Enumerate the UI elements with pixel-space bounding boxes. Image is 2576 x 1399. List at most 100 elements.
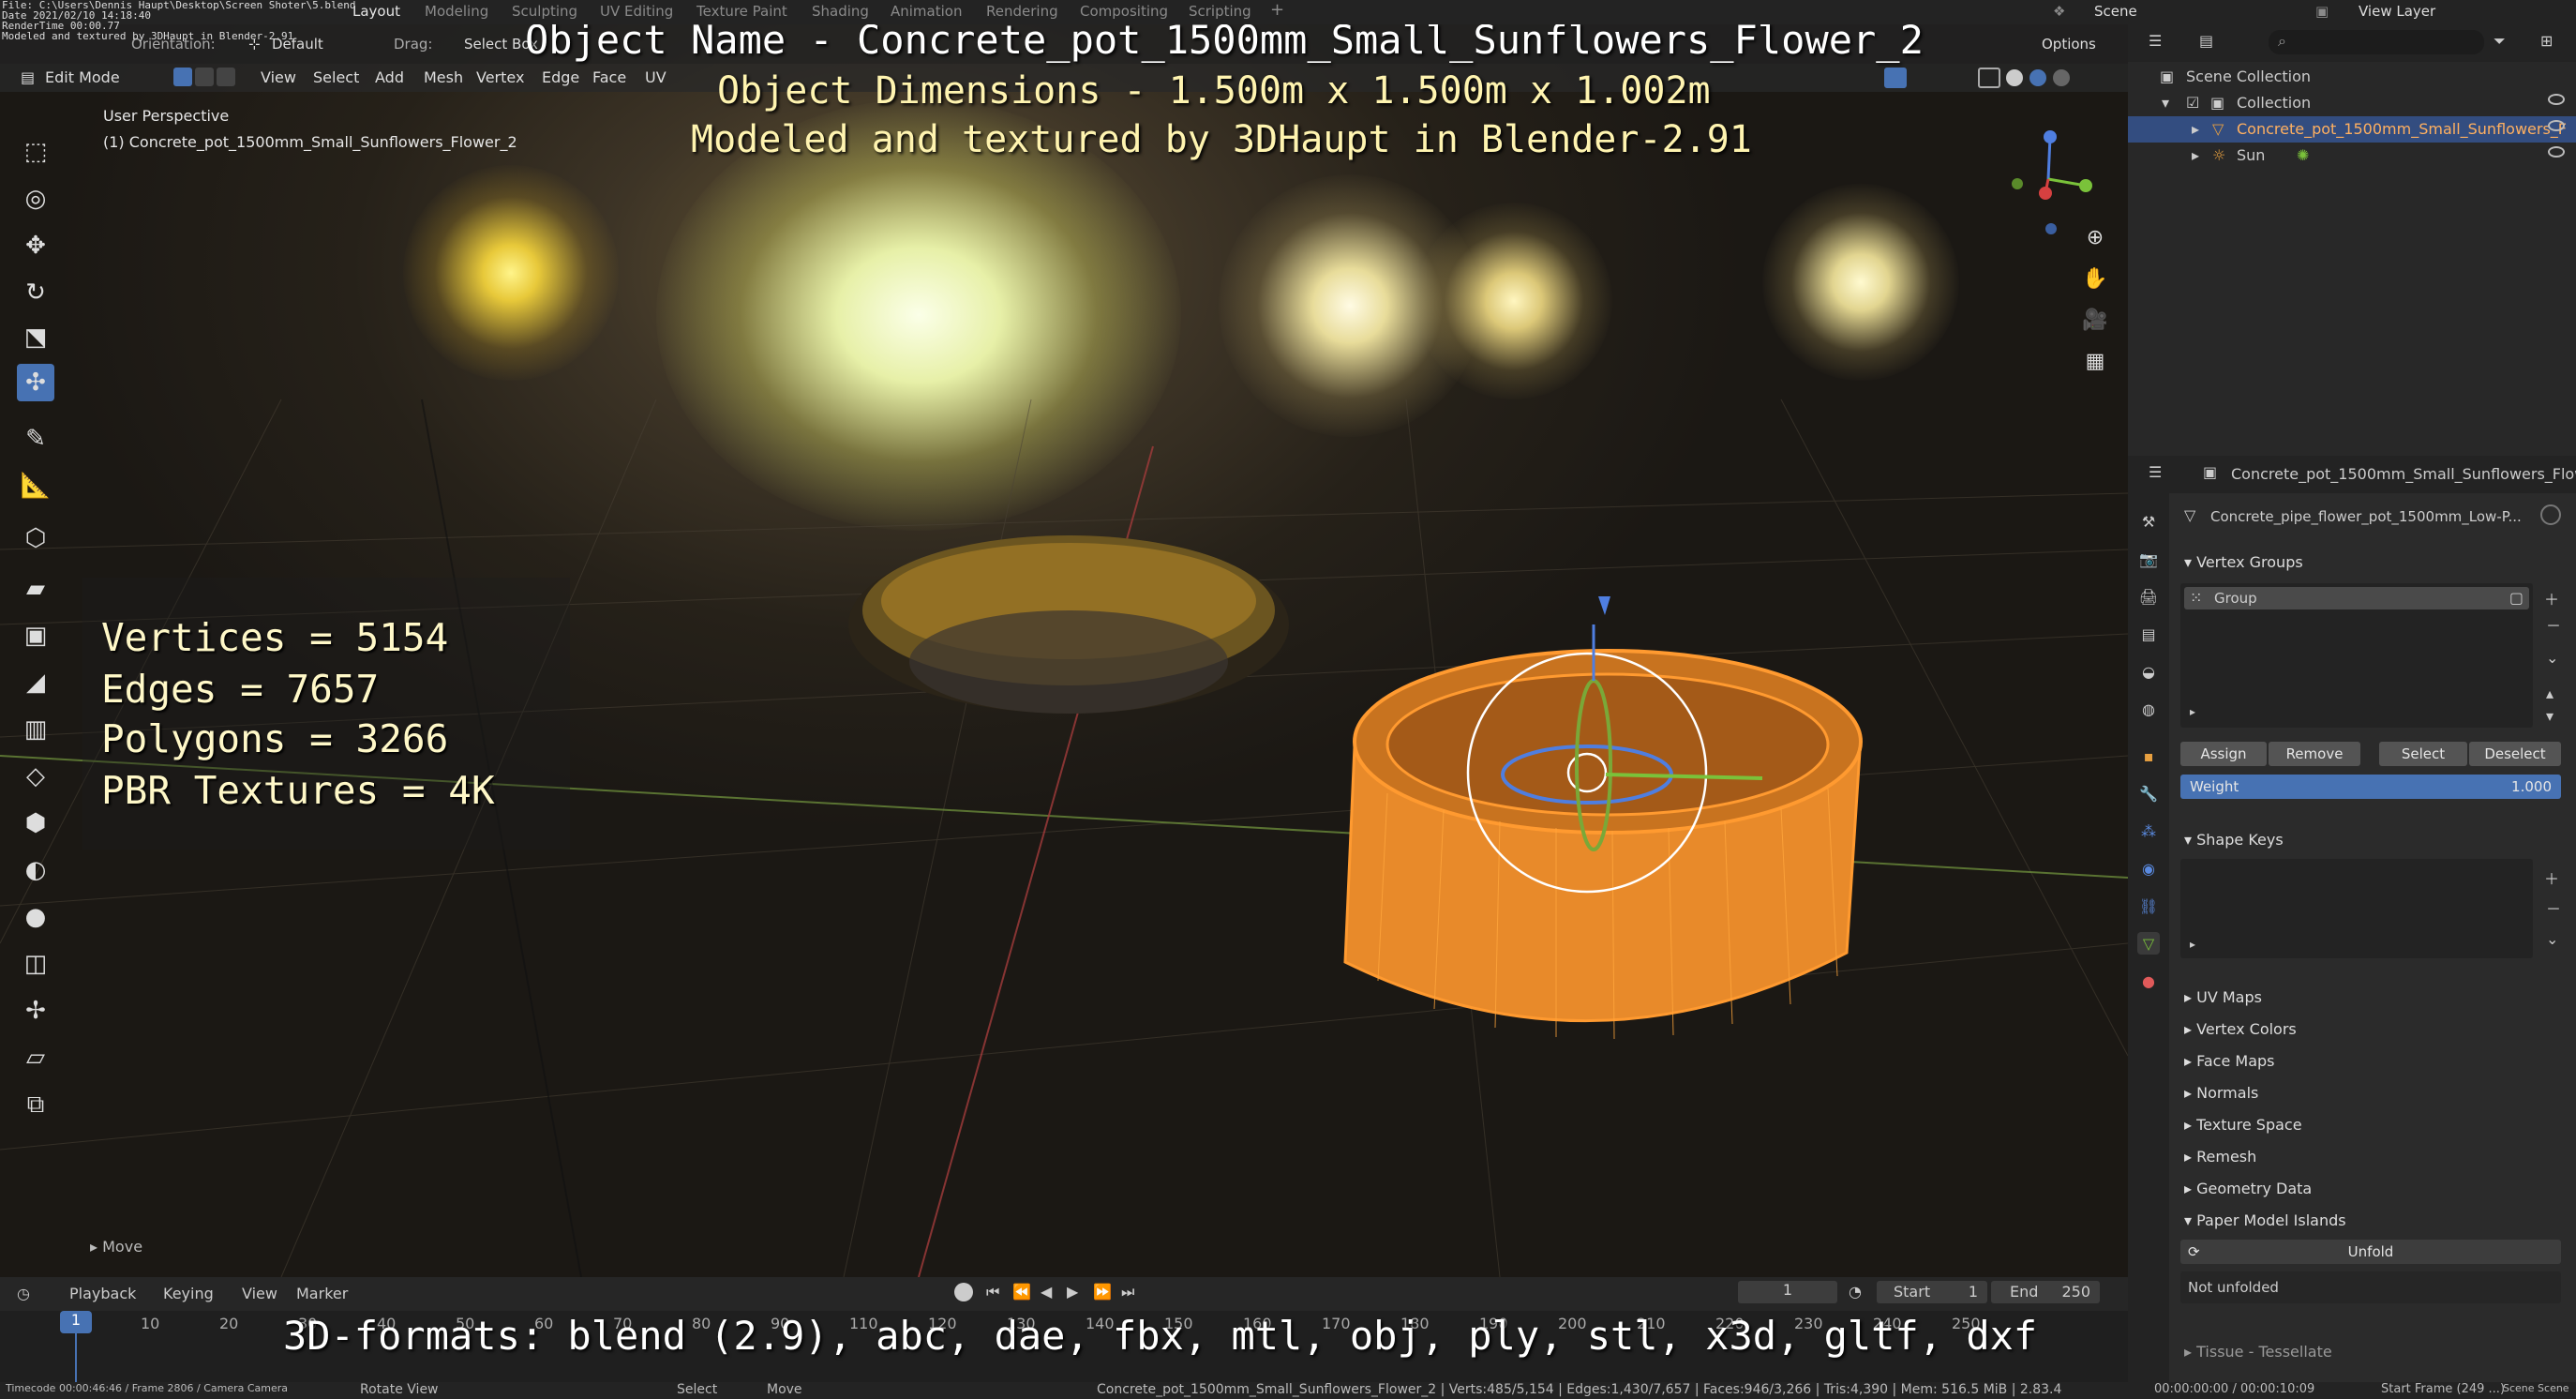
mode-dropdown[interactable]: Edit Mode [45,68,120,86]
shape-key-specials-icon[interactable]: ⌄ [2546,930,2558,948]
mesh-data-tab-icon[interactable]: ▽ [2137,932,2160,955]
workspace-tab-rendering[interactable]: Rendering [986,3,1058,20]
workspace-tab-texture-paint[interactable]: Texture Paint [696,3,787,20]
menu-edge[interactable]: Edge [542,68,579,86]
shape-keys-panel[interactable]: ▾ Shape Keys [2184,831,2284,849]
workspace-tab-layout[interactable]: Layout [352,3,400,20]
remove-shape-key-icon[interactable]: － [2546,896,2561,919]
camera-view-icon[interactable]: 🎥 [2079,304,2111,336]
view-layer-icon[interactable]: ▣ [2315,3,2329,20]
workspace-tab-sculpting[interactable]: Sculpting [512,3,577,20]
mesh-data-name[interactable]: Concrete_pipe_flower_pot_1500mm_Low-P... [2210,508,2522,525]
vertex-group-list[interactable]: ⁙ Group ▢ ▸ [2180,583,2533,728]
current-frame-field[interactable]: 1 [1738,1281,1837,1303]
visibility-eye-icon[interactable] [2548,94,2565,105]
last-operator-panel[interactable]: ▸ Move [90,1238,142,1256]
visibility-eye-icon[interactable] [2548,146,2565,158]
workspace-tab-shading[interactable]: Shading [812,3,869,20]
shape-key-list[interactable]: ▸ [2180,859,2533,958]
menu-vertex[interactable]: Vertex [476,68,524,86]
editor-type-icon[interactable]: ☰ [2149,32,2162,50]
knife-tool-icon[interactable]: ◇ [17,758,54,795]
perspective-toggle-icon[interactable]: ▦ [2079,345,2111,377]
workspace-tab-animation[interactable]: Animation [891,3,962,20]
tool-tab-icon[interactable]: ⚒ [2137,510,2160,533]
play-reverse-icon[interactable]: ◀ [1041,1283,1052,1301]
xray-toggle-icon[interactable] [1978,68,2000,88]
vertex-group-row[interactable]: ⁙ Group ▢ [2184,587,2529,609]
rip-tool-icon[interactable]: ⧉ [17,1086,54,1123]
gizmo-toggle-icon[interactable] [1884,68,1907,88]
expand-arrow-icon[interactable]: ▾ [2162,94,2169,112]
object-tab-icon[interactable]: ▪ [2137,745,2160,767]
editor-type-icon[interactable]: ◷ [17,1285,30,1302]
remove-group-icon[interactable]: － [2546,613,2561,636]
cursor-tool-icon[interactable]: ◎ [17,180,54,218]
jump-end-icon[interactable]: ⏭ [1121,1283,1134,1301]
add-workspace-icon[interactable]: + [1270,0,1284,20]
face-maps-panel[interactable]: ▸ Face Maps [2184,1052,2275,1070]
material-tab-icon[interactable]: ● [2137,970,2160,992]
menu-keying[interactable]: Keying [163,1285,214,1302]
workspace-tab-scripting[interactable]: Scripting [1189,3,1251,20]
measure-tool-icon[interactable]: 📐 [17,467,54,504]
outliner-row-pot[interactable]: ▸ ▽ Concrete_pot_1500mm_Small_Sunflowers… [2128,116,2576,143]
world-tab-icon[interactable]: ◍ [2137,698,2160,720]
new-collection-icon[interactable]: ⊞ [2540,32,2553,50]
modifiers-tab-icon[interactable]: 🔧 [2137,782,2160,805]
weight-slider[interactable]: Weight 1.000 [2180,775,2561,799]
geometry-data-panel[interactable]: ▸ Geometry Data [2184,1180,2312,1197]
physics-tab-icon[interactable]: ◉ [2137,857,2160,880]
outliner-row-collection[interactable]: ▾ ☑ ▣ Collection [2128,90,2576,116]
remesh-panel[interactable]: ▸ Remesh [2184,1148,2256,1166]
scale-tool-icon[interactable]: ⬔ [17,319,54,356]
rotate-tool-icon[interactable]: ↻ [17,274,54,311]
vertex-select-mode-icon[interactable] [173,68,192,86]
particles-tab-icon[interactable]: ⁂ [2137,820,2160,842]
uv-maps-panel[interactable]: ▸ UV Maps [2184,988,2262,1006]
navigation-gizmo[interactable] [1997,118,2100,240]
specials-menu-icon[interactable]: ⌄ [2546,649,2558,667]
menu-select[interactable]: Select [313,68,359,86]
jump-start-icon[interactable]: ⏮ [986,1283,999,1301]
lock-icon[interactable]: ▢ [2509,589,2524,607]
menu-playback[interactable]: Playback [69,1285,136,1302]
add-cube-tool-icon[interactable]: ⬡ [17,519,54,557]
zoom-icon[interactable]: ⊕ [2079,221,2111,253]
annotate-tool-icon[interactable]: ✎ [17,420,54,458]
options-dropdown[interactable]: Options [2042,36,2096,53]
display-mode-icon[interactable]: ▤ [2199,32,2213,50]
record-icon[interactable] [954,1283,973,1301]
workspace-tab-modeling[interactable]: Modeling [425,3,488,20]
rendered-shading-icon[interactable] [2053,69,2070,86]
expand-arrow-icon[interactable]: ▸ [2192,120,2199,138]
workspace-tab-uv-editing[interactable]: UV Editing [600,3,673,20]
list-expand-icon[interactable]: ▸ [2190,938,2195,951]
shear-tool-icon[interactable]: ▱ [17,1039,54,1076]
outliner-row-scene-collection[interactable]: ▣ Scene Collection [2128,64,2576,90]
move-tool-icon[interactable]: ✥ [17,227,54,264]
loop-cut-tool-icon[interactable]: ▥ [17,711,54,748]
vertex-colors-panel[interactable]: ▸ Vertex Colors [2184,1020,2297,1038]
transform-tool-icon[interactable]: ✣ [17,364,54,401]
filter-icon[interactable]: ⏷ [2494,32,2506,51]
remove-button[interactable]: Remove [2269,742,2360,766]
solid-shading-icon[interactable] [2006,69,2023,86]
view-layer-selector[interactable]: View Layer [2359,3,2435,20]
3d-viewport[interactable]: Orientation: ⊹ Default Drag: Select Box … [0,24,2128,1277]
prev-keyframe-icon[interactable]: ⏪ [1012,1283,1031,1301]
menu-add[interactable]: Add [375,68,404,86]
render-tab-icon[interactable]: 📷 [2137,548,2160,570]
bevel-tool-icon[interactable]: ◢ [17,664,54,701]
visibility-eye-icon[interactable] [2548,120,2565,131]
outliner-search-input[interactable]: ⌕ [2269,30,2484,54]
play-icon[interactable]: ▶ [1067,1283,1078,1301]
shrink-fatten-tool-icon[interactable]: ✢ [17,992,54,1030]
scene-tab-icon[interactable]: ◒ [2137,660,2160,683]
select-button[interactable]: Select [2379,742,2467,766]
preview-range-icon[interactable]: ◔ [1849,1283,1862,1301]
extrude-tool-icon[interactable]: ▰ [17,570,54,608]
inset-tool-icon[interactable]: ▣ [17,617,54,654]
tissue-panel[interactable]: ▸ Tissue - Tessellate [2184,1343,2332,1361]
menu-uv[interactable]: UV [645,68,666,86]
